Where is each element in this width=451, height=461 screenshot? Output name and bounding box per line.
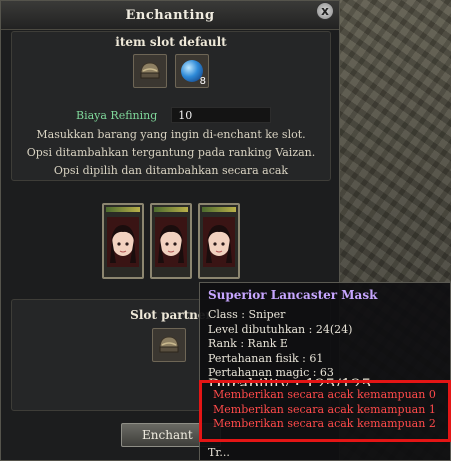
- tooltip-line: Class : Sniper: [208, 308, 286, 321]
- vaizan-card[interactable]: [198, 203, 240, 279]
- info-line: Masukkan barang yang ingin di-enchant ke…: [36, 128, 306, 141]
- item-slot-panel: item slot default 8 Biaya Refining 10 Ma…: [11, 31, 331, 181]
- tooltip-line: Level dibutuhkan : 24(24): [208, 322, 353, 336]
- card-level-bar: [106, 207, 140, 212]
- refining-fee-label: Biaya Refining: [76, 108, 158, 122]
- refining-fee-value: 10: [171, 107, 272, 123]
- ability-line: Memberikan secara acak kemampuan 2: [213, 417, 436, 430]
- tooltip-line: Rank : Rank E: [208, 337, 288, 350]
- tooltip-tail-line: Tr...: [208, 446, 230, 459]
- item-slot-title: item slot default: [115, 35, 227, 49]
- info-line: Opsi ditambahkan tergantung pada ranking…: [26, 146, 316, 159]
- info-line: Opsi dipilih dan ditambahkan secara acak: [53, 164, 289, 177]
- card-level-bar: [202, 207, 236, 212]
- vaizan-card[interactable]: [102, 203, 144, 279]
- partner-item-slot[interactable]: [152, 328, 186, 362]
- helmet-icon: [159, 336, 179, 353]
- character-card-icon: [203, 217, 235, 267]
- ability-line: Memberikan secara acak kemampuan 1: [213, 402, 436, 416]
- tooltip-stats: Class : Sniper Level dibutuhkan : 24(24)…: [208, 308, 352, 381]
- enchant-info-text: Masukkan barang yang ingin di-enchant ke…: [12, 126, 330, 180]
- character-card-icon: [155, 217, 187, 267]
- vaizan-card-row: [1, 203, 341, 279]
- ability-line: Memberikan secara acak kemampuan 0: [213, 388, 436, 401]
- card-level-bar: [154, 207, 188, 212]
- window-title: Enchanting: [1, 1, 339, 30]
- tooltip-item-name: Superior Lancaster Mask: [208, 288, 378, 302]
- close-icon[interactable]: x: [316, 2, 334, 20]
- vaizan-card[interactable]: [150, 203, 192, 279]
- helmet-icon: [140, 62, 160, 79]
- tooltip-line: Pertahanan fisik : 61: [208, 351, 324, 365]
- character-card-icon: [107, 217, 139, 267]
- item-slot[interactable]: [133, 54, 167, 88]
- gem-slot[interactable]: 8: [175, 54, 209, 88]
- random-ability-lines: Memberikan secara acak kemampuan 0 Membe…: [213, 388, 436, 432]
- gem-count: 8: [199, 76, 206, 87]
